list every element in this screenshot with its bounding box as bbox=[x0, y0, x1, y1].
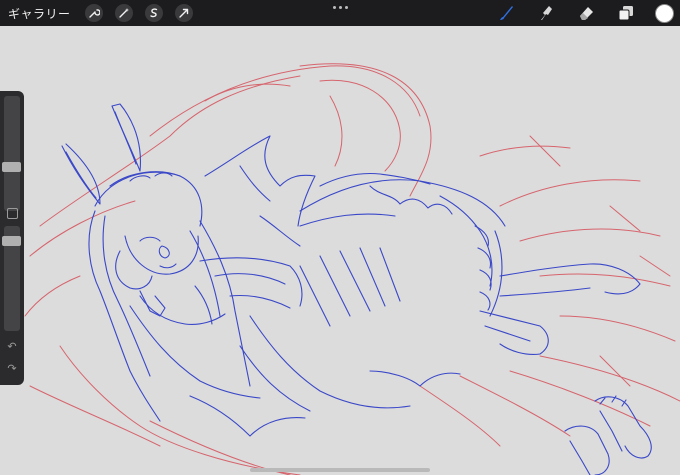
home-indicator[interactable] bbox=[250, 468, 430, 472]
drawing-canvas[interactable] bbox=[0, 26, 680, 475]
magic-wand-icon[interactable] bbox=[114, 4, 133, 22]
sketch-artwork bbox=[24, 63, 680, 475]
brush-size-thumb[interactable] bbox=[2, 162, 21, 172]
color-swatch[interactable] bbox=[655, 3, 674, 23]
undo-icon[interactable]: ↶ bbox=[6, 341, 18, 353]
redo-icon[interactable]: ↷ bbox=[6, 363, 18, 375]
selection-icon[interactable] bbox=[144, 4, 163, 22]
sidebar: ↶ ↷ bbox=[0, 91, 24, 385]
modify-button[interactable] bbox=[7, 208, 18, 219]
smudge-icon[interactable] bbox=[535, 2, 557, 24]
transform-arrow-icon[interactable] bbox=[174, 4, 193, 22]
ellipsis-icon[interactable] bbox=[333, 3, 349, 11]
brush-icon[interactable] bbox=[495, 2, 517, 24]
top-toolbar: ギャラリー bbox=[0, 0, 680, 26]
brush-size-slider[interactable] bbox=[4, 96, 20, 211]
layers-icon[interactable] bbox=[615, 2, 637, 24]
eraser-icon[interactable] bbox=[575, 2, 597, 24]
opacity-thumb[interactable] bbox=[2, 236, 21, 246]
gallery-button[interactable]: ギャラリー bbox=[8, 5, 71, 22]
wrench-icon[interactable] bbox=[84, 4, 103, 22]
right-tools bbox=[495, 0, 680, 26]
